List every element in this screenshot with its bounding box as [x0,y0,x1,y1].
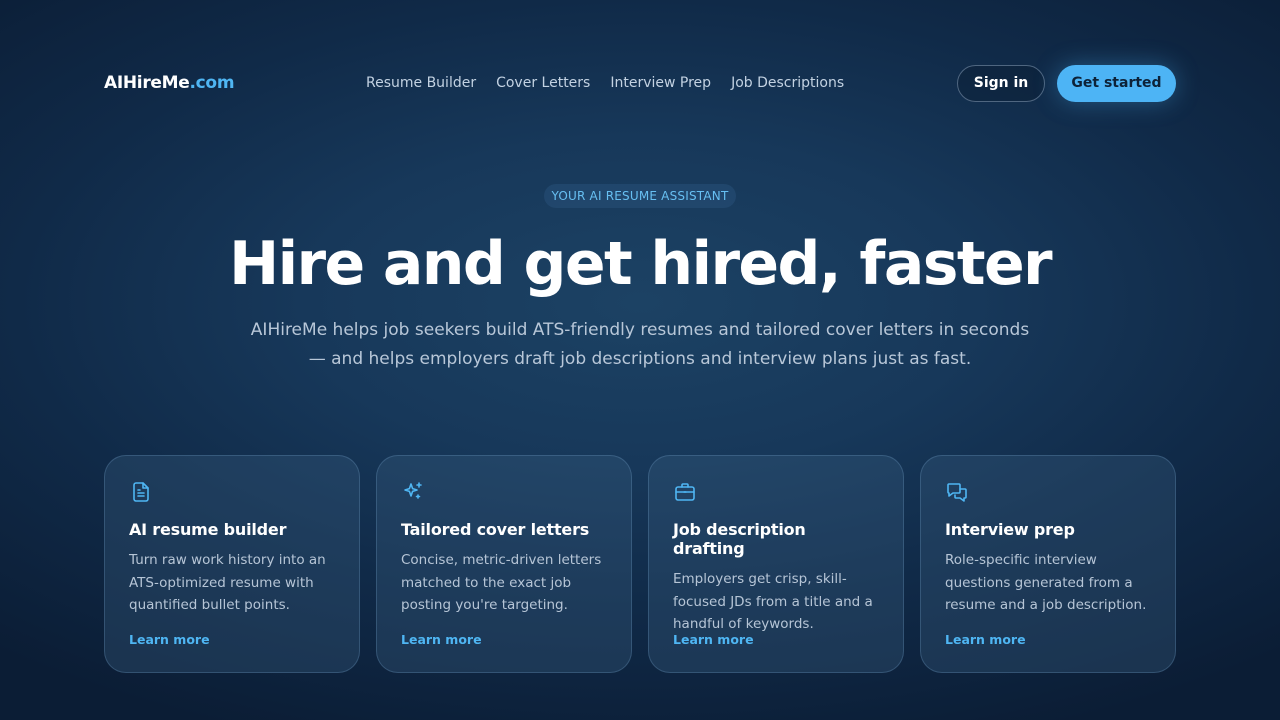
feature-card-cover-letters: Tailored cover letters Concise, metric-d… [376,455,632,673]
sign-in-button[interactable]: Sign in [957,64,1045,102]
learn-more-link[interactable]: Learn more [401,632,482,647]
nav-link-job-descriptions[interactable]: Job Descriptions [731,75,844,91]
chat-bubbles-icon [947,483,967,502]
nav-link-resume-builder[interactable]: Resume Builder [366,75,476,91]
card-body: Employers get crisp, skill-focused JDs f… [673,571,873,632]
feature-card-job-descriptions: Job description drafting Employers get c… [648,455,904,673]
card-body: Turn raw work history into an ATS-optimi… [129,552,326,613]
nav-link-cover-letters[interactable]: Cover Letters [496,75,590,91]
feature-card-resume: AI resume builder Turn raw work history … [104,455,360,673]
learn-more-link[interactable]: Learn more [129,632,210,647]
top-nav: AIHireMe.com Resume Builder Cover Letter… [104,64,1176,102]
document-icon [133,482,149,502]
card-title: Interview prep [945,520,1075,539]
card-title: AI resume builder [129,520,287,539]
learn-more-link[interactable]: Learn more [945,632,1026,647]
nav-link-interview-prep[interactable]: Interview Prep [610,75,711,91]
get-started-button[interactable]: Get started [1057,64,1176,102]
logo[interactable]: AIHireMe.com [104,73,235,93]
card-body: Role-specific interview questions genera… [945,552,1147,613]
logo-tld: .com [189,73,235,93]
learn-more-link[interactable]: Learn more [673,632,754,647]
feature-card-interview-prep: Interview prep Role-specific interview q… [920,455,1176,673]
hero-subtitle: AIHireMe helps job seekers build ATS-fri… [250,320,1030,369]
card-title: Tailored cover letters [401,520,590,539]
feature-cards: AI resume builder Turn raw work history … [104,455,1176,673]
card-body: Concise, metric-driven letters matched t… [401,552,602,613]
nav-links: Resume Builder Cover Letters Interview P… [366,75,844,91]
header-actions: Sign in Get started [957,64,1176,102]
logo-main: AIHireMe [104,73,190,93]
eyebrow-badge: YOUR AI RESUME ASSISTANT [544,184,736,208]
briefcase-icon [675,483,695,501]
card-title: Job description drafting [673,520,806,558]
sparkles-icon [404,482,422,499]
hero-title: Hire and get hired, faster [228,229,1053,299]
